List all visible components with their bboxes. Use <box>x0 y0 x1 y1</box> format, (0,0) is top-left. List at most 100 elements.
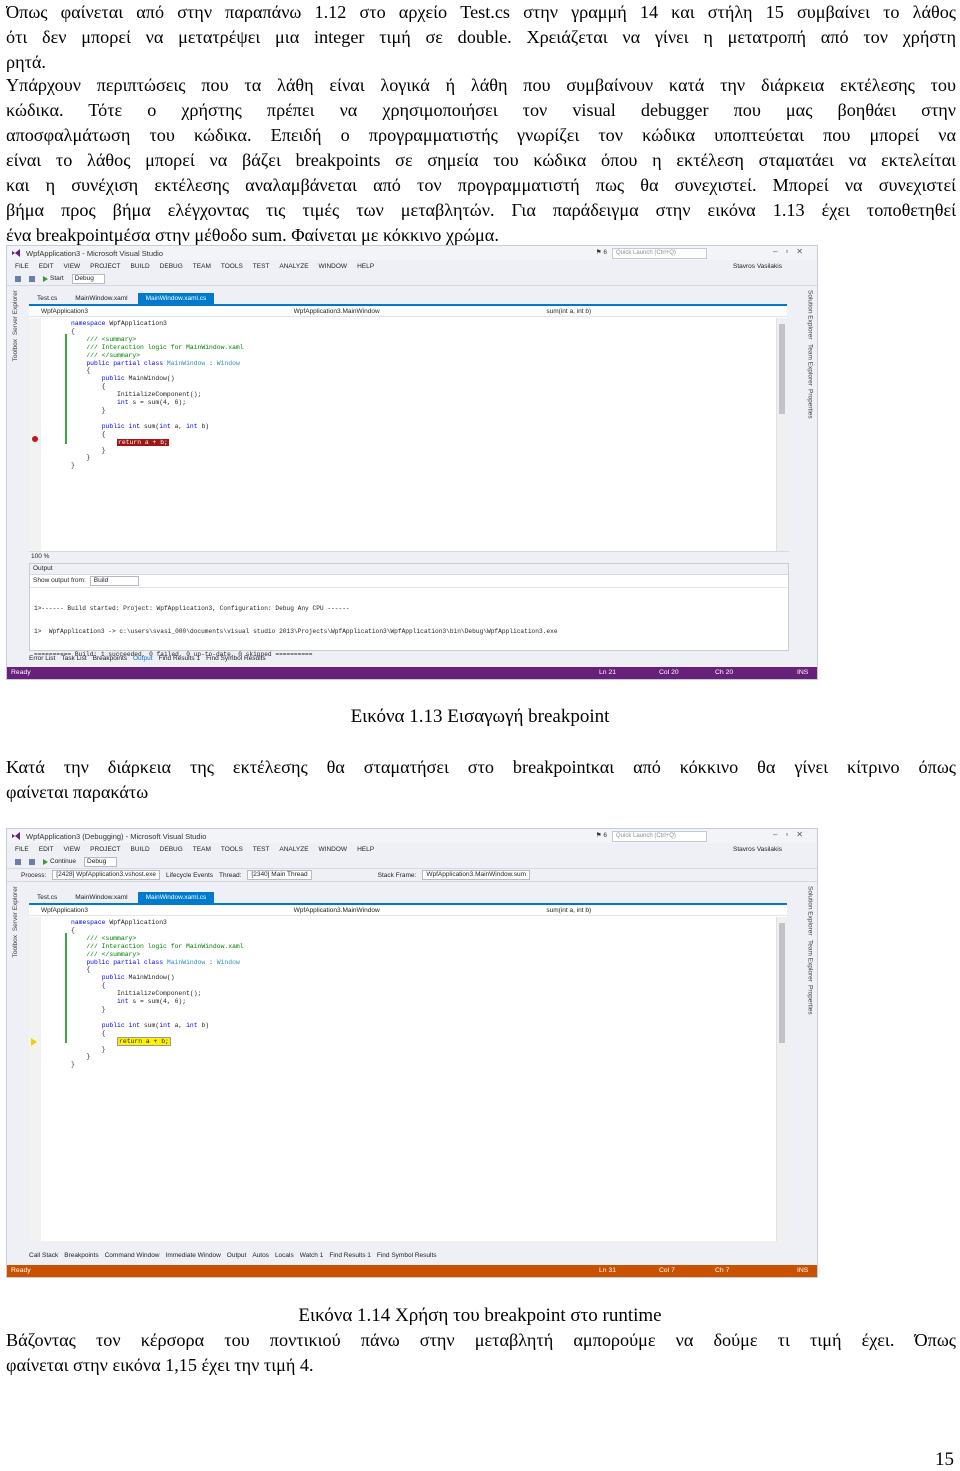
tab-find-results[interactable]: Find Results 1 <box>329 1251 371 1261</box>
code-line: { <box>71 966 91 974</box>
server-explorer-tab[interactable]: Server Explorer <box>12 886 19 931</box>
menu-team[interactable]: TEAM <box>193 846 211 853</box>
member-dropdown[interactable]: sum(int a, int b) <box>534 907 787 914</box>
notification-flag-count[interactable]: ⚑ 6 <box>596 831 607 839</box>
code-editor[interactable]: WpfApplication3 WpfApplication3.MainWind… <box>29 304 787 552</box>
back-button[interactable] <box>15 858 21 865</box>
tab-breakpoints[interactable]: Breakpoints <box>64 1251 98 1261</box>
class-dropdown[interactable]: WpfApplication3.MainWindow <box>282 907 535 914</box>
continue-button[interactable]: Continue <box>43 858 76 865</box>
menu-file[interactable]: FILE <box>15 263 29 270</box>
tab-immediate-window[interactable]: Immediate Window <box>166 1251 221 1261</box>
tab-mainwindow-xaml-cs[interactable]: MainWindow.xaml.cs <box>137 293 215 304</box>
notification-flag-count[interactable]: ⚑ 6 <box>596 248 607 256</box>
tab-watch-1[interactable]: Watch 1 <box>300 1251 324 1261</box>
output-source-dropdown[interactable]: Build <box>89 576 140 586</box>
team-explorer-tab[interactable]: Team Explorer <box>807 940 814 982</box>
breakpoint-gutter[interactable] <box>29 318 41 552</box>
menu-tools[interactable]: TOOLS <box>221 846 243 853</box>
toolbox-tab[interactable]: Toolbox <box>12 935 19 957</box>
current-statement-line[interactable]: return a + b; <box>117 1036 171 1046</box>
tab-autos[interactable]: Autos <box>252 1251 269 1261</box>
menu-help[interactable]: HELP <box>357 263 374 270</box>
menu-edit[interactable]: EDIT <box>39 846 54 853</box>
save-button[interactable] <box>29 858 35 865</box>
class-dropdown[interactable]: WpfApplication3.MainWindow <box>282 308 535 315</box>
thread-dropdown[interactable]: [2340] Main Thread <box>247 870 312 880</box>
quick-launch-input[interactable]: Quick Launch (Ctrl+Q) <box>612 248 707 259</box>
menu-project[interactable]: PROJECT <box>90 263 120 270</box>
window-controls[interactable]: –▫✕ <box>773 830 811 839</box>
menu-window[interactable]: WINDOW <box>319 263 348 270</box>
menu-debug[interactable]: DEBUG <box>160 263 183 270</box>
solution-explorer-tab[interactable]: Solution Explorer <box>807 886 814 936</box>
tab-locals[interactable]: Locals <box>275 1251 294 1261</box>
vertical-scrollbar[interactable] <box>776 917 787 1241</box>
menu-project[interactable]: PROJECT <box>90 846 120 853</box>
save-button[interactable] <box>29 275 35 282</box>
server-explorer-tab[interactable]: Server Explorer <box>12 290 19 335</box>
toolbox-tab[interactable]: Toolbox <box>12 339 19 361</box>
window-controls[interactable]: –▫✕ <box>773 247 811 256</box>
tab-task-list[interactable]: Task List <box>61 654 86 664</box>
code-line: public partial class MainWindow : Window <box>86 958 240 966</box>
project-dropdown[interactable]: WpfApplication3 <box>29 308 282 315</box>
menu-file[interactable]: FILE <box>15 846 29 853</box>
scroll-thumb[interactable] <box>779 923 785 1043</box>
tab-error-list[interactable]: Error List <box>29 654 55 664</box>
zoom-level[interactable]: 100 % <box>29 551 789 561</box>
menu-debug[interactable]: DEBUG <box>160 846 183 853</box>
tab-find-symbol-results[interactable]: Find Symbol Results <box>377 1251 437 1261</box>
stack-frame-dropdown[interactable]: WpfApplication3.MainWindow.sum <box>422 870 531 880</box>
configuration-dropdown[interactable]: Debug <box>84 856 118 867</box>
tab-mainwindow-xaml-cs[interactable]: MainWindow.xaml.cs <box>137 892 215 903</box>
back-button[interactable] <box>15 275 21 282</box>
vertical-scrollbar[interactable] <box>776 318 787 552</box>
tab-call-stack[interactable]: Call Stack <box>29 1251 58 1261</box>
scroll-thumb[interactable] <box>779 324 785 414</box>
lifecycle-events-button[interactable]: Lifecycle Events <box>166 872 213 879</box>
tab-find-symbol-results[interactable]: Find Symbol Results <box>206 654 266 664</box>
menu-build[interactable]: BUILD <box>131 263 150 270</box>
menu-window[interactable]: WINDOW <box>319 846 348 853</box>
user-name[interactable]: Stavros Vasilakis <box>733 263 782 270</box>
menu-view[interactable]: VIEW <box>64 263 81 270</box>
tab-output[interactable]: Output <box>133 654 153 664</box>
column-number: Col 20 <box>659 669 679 676</box>
menu-build[interactable]: BUILD <box>131 846 150 853</box>
configuration-dropdown[interactable]: Debug <box>71 273 105 284</box>
tab-mainwindow-xaml[interactable]: MainWindow.xaml <box>67 892 135 903</box>
menu-test[interactable]: TEST <box>253 263 270 270</box>
menu-analyze[interactable]: ANALYZE <box>279 263 308 270</box>
tab-test-cs[interactable]: Test.cs <box>29 892 65 903</box>
menu-tools[interactable]: TOOLS <box>221 263 243 270</box>
quick-launch-input[interactable]: Quick Launch (Ctrl+Q) <box>612 831 707 842</box>
tab-find-results[interactable]: Find Results 1 <box>159 654 201 664</box>
menu-view[interactable]: VIEW <box>64 846 81 853</box>
menu-test[interactable]: TEST <box>253 846 270 853</box>
tab-test-cs[interactable]: Test.cs <box>29 293 65 304</box>
member-dropdown[interactable]: sum(int a, int b) <box>534 308 787 315</box>
project-dropdown[interactable]: WpfApplication3 <box>29 907 282 914</box>
solution-explorer-tab[interactable]: Solution Explorer <box>807 290 814 340</box>
code-editor[interactable]: WpfApplication3 WpfApplication3.MainWind… <box>29 903 787 1241</box>
tab-output[interactable]: Output <box>227 1251 247 1261</box>
code-line: } <box>71 446 106 454</box>
breakpoint-gutter[interactable] <box>29 917 41 1241</box>
tab-breakpoints[interactable]: Breakpoints <box>93 654 127 664</box>
breakpoint-line[interactable]: return a + b; <box>117 438 169 446</box>
process-dropdown[interactable]: [2428] WpfApplication3.vshost.exe <box>52 870 161 880</box>
menu-edit[interactable]: EDIT <box>39 263 54 270</box>
properties-tab[interactable]: Properties <box>807 389 814 419</box>
tab-mainwindow-xaml[interactable]: MainWindow.xaml <box>67 293 135 304</box>
user-name[interactable]: Stavros Vasilakis <box>733 846 782 853</box>
tab-command-window[interactable]: Command Window <box>105 1251 160 1261</box>
properties-tab[interactable]: Properties <box>807 985 814 1015</box>
text-line: κώδικα. Τότε ο χρήστης πρέπει να χρησιμο… <box>6 100 956 120</box>
menu-analyze[interactable]: ANALYZE <box>279 846 308 853</box>
team-explorer-tab[interactable]: Team Explorer <box>807 344 814 386</box>
menu-team[interactable]: TEAM <box>193 263 211 270</box>
menu-help[interactable]: HELP <box>357 846 374 853</box>
start-button[interactable]: Start <box>43 275 64 282</box>
breakpoint-icon[interactable] <box>32 436 38 442</box>
